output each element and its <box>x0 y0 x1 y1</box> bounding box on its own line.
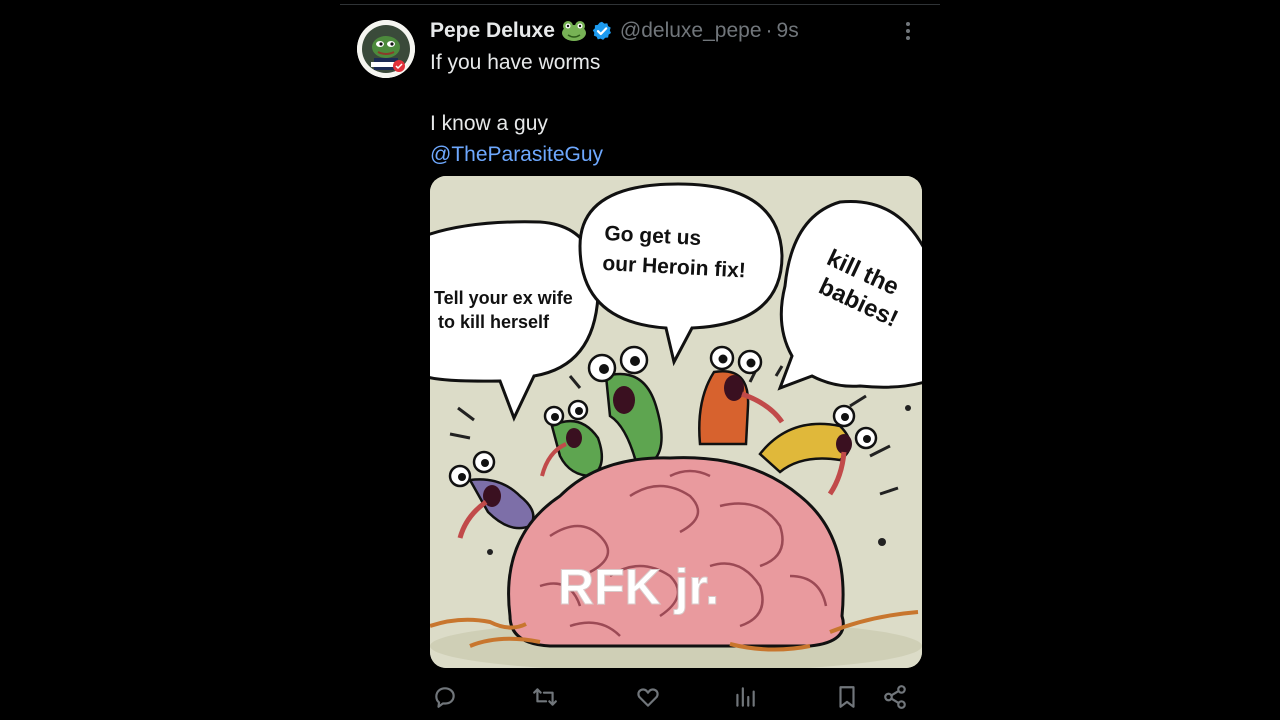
bubble-left-line2: to kill herself <box>438 312 550 332</box>
author-name[interactable]: Pepe Deluxe <box>430 19 555 43</box>
tweet-image[interactable]: Tell your ex wife to kill herself Go get… <box>430 176 922 668</box>
tweet-text: If you have worms I know a guy @TheParas… <box>430 48 603 170</box>
timestamp[interactable]: 9s <box>777 19 799 43</box>
like-icon[interactable] <box>633 682 663 712</box>
tweet-text-line: I know a guy <box>430 112 548 135</box>
image-caption: RFK jr. <box>558 559 719 615</box>
views-icon[interactable] <box>730 682 760 712</box>
action-bar <box>430 682 910 712</box>
tweet[interactable]: Pepe Deluxe @deluxe_pepe · 9s If you hav… <box>340 5 940 720</box>
verified-badge-icon <box>592 21 612 41</box>
author-handle[interactable]: @deluxe_pepe <box>620 19 762 43</box>
mention-link[interactable]: @TheParasiteGuy <box>430 143 603 166</box>
tweet-header: Pepe Deluxe @deluxe_pepe · 9s <box>430 17 799 45</box>
retweet-icon[interactable] <box>530 682 560 712</box>
tweet-text-line <box>430 79 603 110</box>
avatar[interactable] <box>357 20 415 78</box>
reply-icon[interactable] <box>430 682 460 712</box>
bubble-left-line1: Tell your ex wife <box>434 288 573 308</box>
bookmark-icon[interactable] <box>832 682 862 712</box>
share-icon[interactable] <box>880 682 910 712</box>
more-options-icon[interactable] <box>898 19 918 43</box>
separator: · <box>765 19 773 42</box>
frog-emoji-icon <box>561 20 587 42</box>
tweet-text-line: If you have worms <box>430 51 601 74</box>
